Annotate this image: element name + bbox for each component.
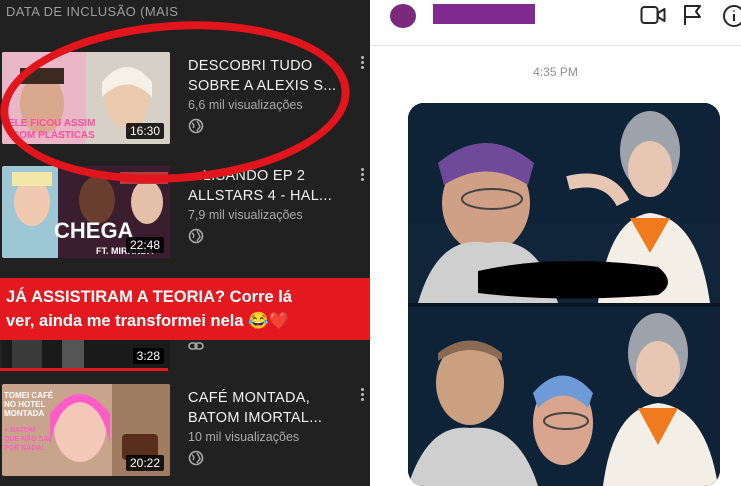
avatar[interactable] xyxy=(390,4,416,28)
more-options-icon[interactable] xyxy=(360,168,366,184)
duration-badge: 22:48 xyxy=(125,237,164,253)
flag-icon[interactable] xyxy=(682,4,704,26)
more-options-icon[interactable] xyxy=(360,56,366,72)
screenshot-composite: DATA DE INCLUSÃO (MAIS ELE FICOU ASSIM C… xyxy=(0,0,741,486)
video-item-3[interactable]: 3:28 xyxy=(0,336,370,371)
chat-panel: 4:35 PM xyxy=(370,0,741,486)
banner-line-2: ver, ainda me transformei nela 😂❤️ xyxy=(6,312,290,330)
chat-header xyxy=(370,0,741,46)
info-icon[interactable] xyxy=(722,4,741,28)
video-title[interactable]: CAFÉ MONTADA, BATOM IMORTAL... xyxy=(188,388,353,428)
video-item-4[interactable]: TOMEI CAFÉ NO HOTEL MONTADA + BATOM QUE NÃO… xyxy=(0,384,370,484)
redacted-username[interactable] xyxy=(433,4,535,24)
view-count: 7,9 mil visualizações xyxy=(188,208,303,222)
banner-text: JÁ ASSISTIRAM A TEORIA? Corre lá ver, ai… xyxy=(6,285,366,333)
globe-icon xyxy=(188,450,204,466)
duration-badge: 3:28 xyxy=(132,348,164,364)
link-icon xyxy=(188,342,204,350)
video-call-icon[interactable] xyxy=(640,4,666,26)
shared-image-content xyxy=(408,103,720,486)
video-title-line-2: BATOM IMORTAL... xyxy=(188,410,323,426)
shared-image[interactable] xyxy=(408,103,720,486)
watch-progress-bar xyxy=(0,368,168,371)
annotation-banner: JÁ ASSISTIRAM A TEORIA? Corre lá ver, ai… xyxy=(0,278,370,340)
sort-header[interactable]: DATA DE INCLUSÃO (MAIS xyxy=(6,4,178,19)
thumb-caption-1: CHEGA xyxy=(54,218,134,243)
video-thumbnail[interactable]: TOMEI CAFÉ NO HOTEL MONTADA + BATOM QUE NÃO… xyxy=(2,384,170,476)
banner-line-1: JÁ ASSISTIRAM A TEORIA? Corre lá xyxy=(6,288,293,306)
more-options-icon[interactable] xyxy=(360,388,366,404)
youtube-video-list: DATA DE INCLUSÃO (MAIS ELE FICOU ASSIM C… xyxy=(0,0,370,486)
video-thumbnail[interactable]: 3:28 xyxy=(2,336,170,370)
video-title-line-2: ALLSTARS 4 - HAL... xyxy=(188,188,333,204)
view-count: 10 mil visualizações xyxy=(188,430,300,444)
duration-badge: 20:22 xyxy=(125,455,164,471)
globe-icon xyxy=(188,228,204,244)
message-timestamp: 4:35 PM xyxy=(533,65,578,79)
video-title-line-1: CAFÉ MONTADA, xyxy=(188,390,311,406)
